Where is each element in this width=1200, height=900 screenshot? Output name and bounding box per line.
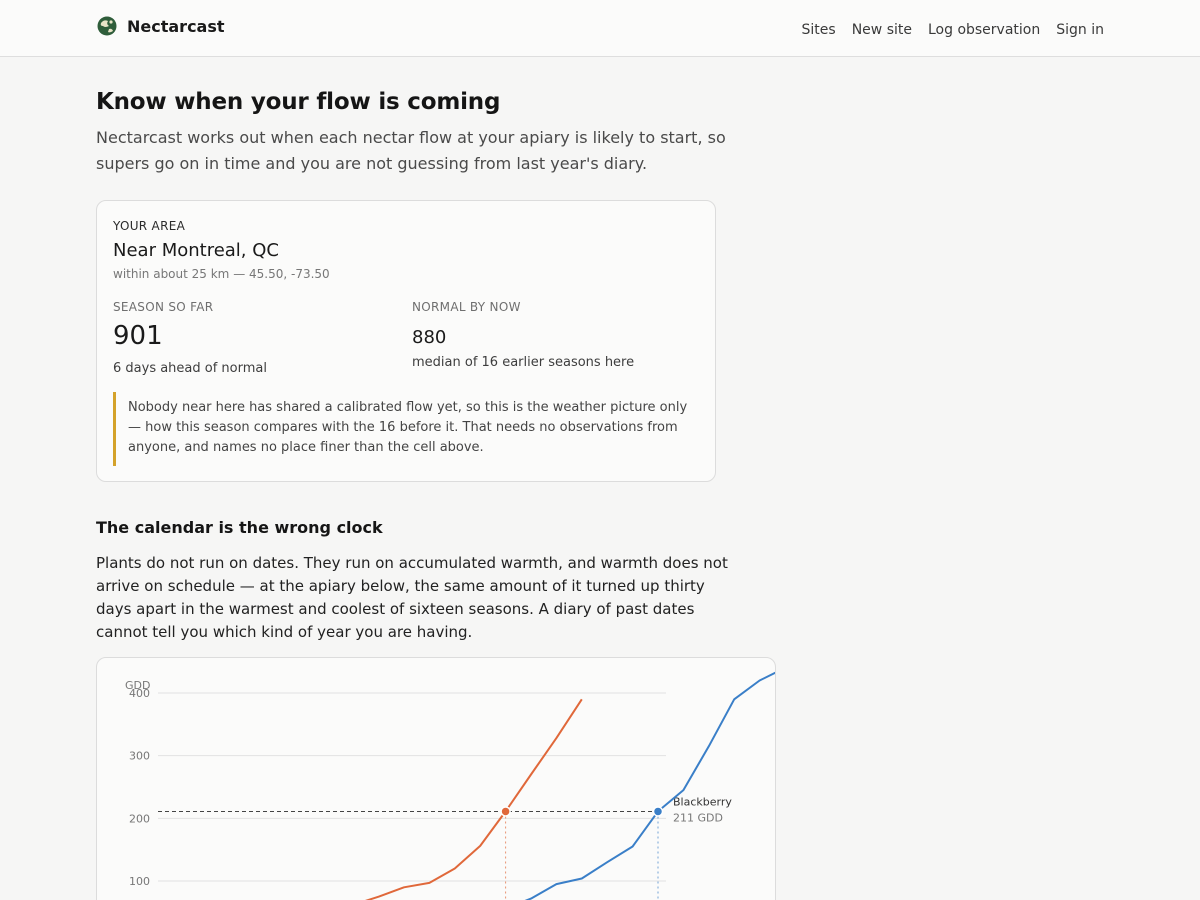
normal-value: 880 [412,327,447,348]
season-value: 901 [113,321,163,351]
crossing-point-warm [500,806,511,817]
nav-new-site[interactable]: New site [852,22,912,38]
normal-sub: median of 16 earlier seasons here [412,355,635,370]
crossing-point-cool [652,806,664,817]
page-lede: Nectarcast works out when each nectar fl… [96,128,726,173]
globe-icon [97,16,117,36]
season-label: SEASON SO FAR [113,300,214,314]
brand[interactable]: Nectarcast [97,16,225,36]
top-bar: Nectarcast Sites New site Log observatio… [0,0,1200,57]
y-tick-label: 200 [129,812,150,825]
area-eyebrow: YOUR AREA [113,219,186,233]
y-axis-label: GDD [125,679,150,692]
series-line-cool [524,671,775,900]
brand-name: Nectarcast [127,16,225,36]
threshold-label: Blackberry [673,795,732,808]
y-tick-label: 300 [129,750,150,763]
main-nav: Sites New site Log observation Sign in [802,22,1104,38]
area-card: YOUR AREA Near Montreal, QC within about… [96,200,716,482]
nav-log-observation[interactable]: Log observation [928,22,1040,38]
season-sub: 6 days ahead of normal [113,361,267,376]
page-title: Know when your flow is coming [96,89,501,115]
y-tick-label: 100 [129,875,150,888]
series-line-warm [364,698,583,900]
nav-sites[interactable]: Sites [802,22,836,38]
gdd-chart-card: 100 200 300 400 GDD Blackberry 211 GDD [96,657,776,900]
area-name: Near Montreal, QC [113,240,279,261]
gdd-chart: 100200300400GDDBlackberry211 GDD [125,671,775,900]
normal-label: NORMAL BY NOW [412,300,521,314]
section-body: Plants do not run on dates. They run on … [96,554,728,641]
nav-sign-in[interactable]: Sign in [1056,22,1104,38]
threshold-sublabel: 211 GDD [673,811,723,824]
calibration-note: Nobody near here has shared a calibrated… [113,392,699,466]
section-title: The calendar is the wrong clock [96,518,383,537]
area-within: within about 25 km — 45.50, -73.50 [113,267,330,281]
